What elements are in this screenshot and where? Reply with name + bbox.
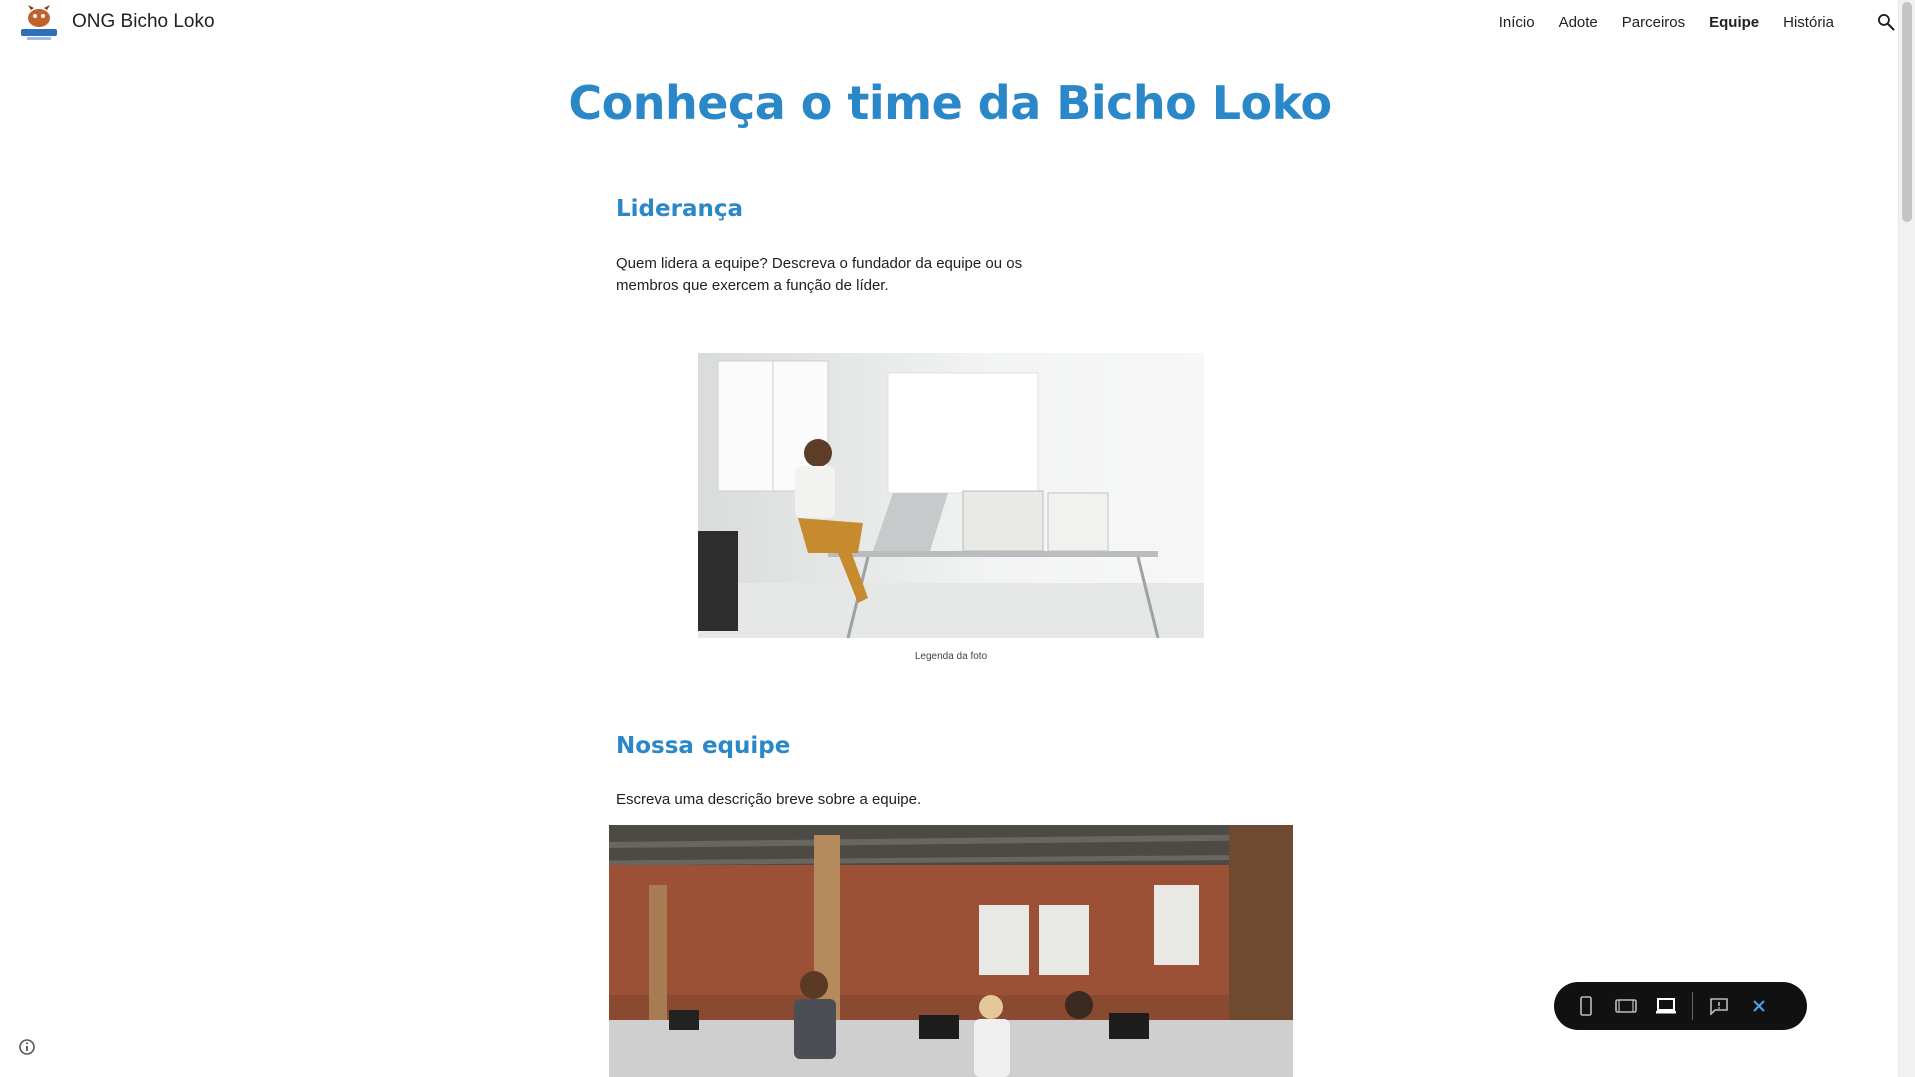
preview-toolbar xyxy=(1554,982,1807,1030)
photo-caption: Legenda da foto xyxy=(914,651,988,662)
laptop-icon[interactable] xyxy=(1646,986,1686,1026)
team-photo[interactable] xyxy=(609,825,1293,1077)
scrollbar-thumb[interactable] xyxy=(1902,2,1912,222)
site-logo[interactable] xyxy=(19,4,59,42)
toolbar-divider xyxy=(1692,992,1693,1020)
leadership-heading: Liderança xyxy=(616,196,743,222)
phone-icon[interactable] xyxy=(1566,986,1606,1026)
page-title: Conheça o time da Bicho Loko xyxy=(568,76,1332,130)
info-icon[interactable] xyxy=(18,1038,36,1056)
leadership-photo[interactable] xyxy=(698,353,1204,638)
main-nav: Início Adote Parceiros Equipe História xyxy=(1499,14,1834,31)
tablet-icon[interactable] xyxy=(1606,986,1646,1026)
feedback-icon[interactable] xyxy=(1699,986,1739,1026)
nav-item-equipe[interactable]: Equipe xyxy=(1709,14,1759,31)
search-icon[interactable] xyxy=(1876,12,1896,32)
nav-item-historia[interactable]: História xyxy=(1783,14,1834,31)
team-heading: Nossa equipe xyxy=(616,733,791,759)
leadership-text: Quem lidera a equipe? Descreva o fundado… xyxy=(616,255,1023,294)
nav-item-parceiros[interactable]: Parceiros xyxy=(1622,14,1685,31)
close-icon[interactable] xyxy=(1739,986,1779,1026)
site-header: ONG Bicho Loko Início Adote Parceiros Eq… xyxy=(0,0,1898,46)
site-title[interactable]: ONG Bicho Loko xyxy=(72,11,215,33)
team-text: Escreva uma descrição breve sobre a equi… xyxy=(616,791,922,808)
page-scrollbar[interactable] xyxy=(1898,0,1915,1077)
nav-item-adote[interactable]: Adote xyxy=(1559,14,1598,31)
nav-item-inicio[interactable]: Início xyxy=(1499,14,1535,31)
